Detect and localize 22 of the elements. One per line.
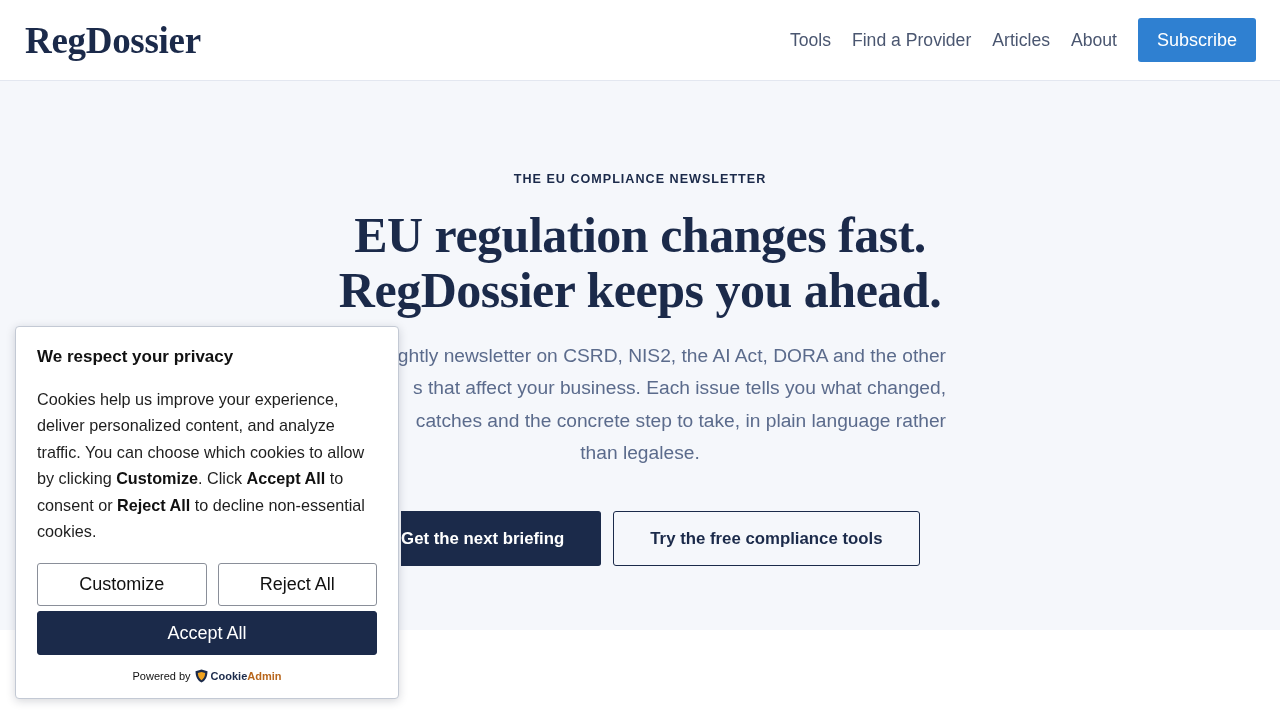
intro-text-line: s that affect your business. Each issue tells you what changed, [413,376,946,401]
nav-link[interactable]: Tools [789,29,831,51]
brand-name[interactable]: CookieAdmin [210,670,282,683]
nav-link[interactable]: Articles [992,29,1050,51]
intro-text-line: than legalese. [580,440,700,465]
dialog-title: We respect your privacy [37,346,235,368]
dialog-text: Cookies help us improve your experience, deliver personalized content, and analyze traffic. You can choose which cookies to allow by clicking Customize. Click Accept All to consent or Reject All to decline non-essential cookies. [37,389,366,543]
nav-link[interactable]: About [1070,29,1117,51]
accept-button[interactable]: Accept All [37,611,377,656]
subscribe-button[interactable]: Subscribe [1137,18,1256,62]
nav-link[interactable]: Find a Provider [851,29,972,51]
hero-headline: EU regulation changes fast. RegDossier keeps you ahead. [338,208,942,318]
intro-text-line: ghtly newsletter on CSRD, NIS2, the AI Act, DORA and the other [397,344,946,368]
briefing-button[interactable]: Get the next briefing [401,511,602,567]
eyebrow-label: THE EU COMPLIANCE NEWSLETTER [513,171,767,187]
intro-text-line: catches and the concrete step to take, in plain language rather [415,408,946,433]
reject-button[interactable]: Reject All [217,563,377,607]
powered-by-text: Powered by [132,670,191,683]
shield-icon [194,669,208,684]
customize-button[interactable]: Customize [37,563,207,607]
tools-button[interactable]: Try the free compliance tools [613,511,920,567]
site-logo[interactable]: RegDossier [25,21,201,59]
